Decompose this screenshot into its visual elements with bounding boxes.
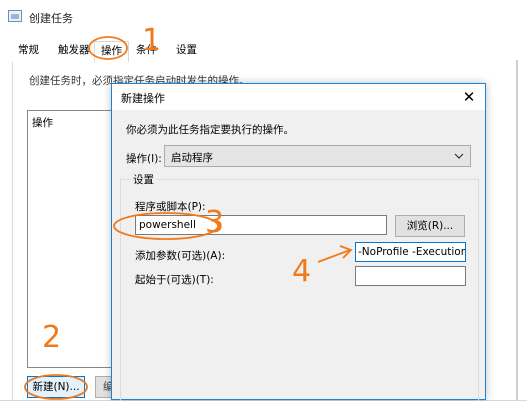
action-select-value: 启动程序 (171, 152, 213, 164)
window-scroll-edge (516, 60, 518, 400)
window-title: 创建任务 (29, 12, 73, 25)
arguments-input[interactable]: -NoProfile -ExecutionP (355, 242, 466, 262)
window-titlebar: 创建任务 (0, 0, 527, 34)
tab-triggers[interactable]: 触发器 (52, 41, 96, 62)
start-in-label: 起始于(可选)(T): (135, 274, 214, 286)
dialog-titlebar: 新建操作 ✕ (112, 84, 485, 110)
new-action-button[interactable]: 新建(N)... (27, 376, 85, 398)
tab-settings[interactable]: 设置 (170, 41, 203, 62)
arguments-label: 添加参数(可选)(A): (135, 250, 226, 262)
dialog-title: 新建操作 (121, 92, 165, 105)
start-in-input[interactable] (355, 266, 466, 286)
chevron-down-icon (453, 149, 465, 166)
settings-legend: 设置 (130, 172, 157, 187)
actions-list-header: 操作 (32, 117, 53, 129)
tab-general[interactable]: 常规 (12, 41, 45, 62)
action-label: 操作(I): (126, 153, 162, 165)
task-window-icon (8, 10, 22, 22)
tab-bar: 常规 触发器 操作 条件 设置 (12, 41, 512, 63)
tab-conditions[interactable]: 条件 (130, 41, 163, 62)
browse-button[interactable]: 浏览(R)... (395, 215, 465, 237)
dialog-instruction: 你必须为此任务指定要执行的操作。 (126, 124, 294, 136)
actions-list[interactable]: 操作 (27, 110, 117, 368)
tab-actions[interactable]: 操作 (94, 41, 129, 63)
action-select[interactable]: 启动程序 (164, 145, 471, 167)
close-icon[interactable]: ✕ (459, 87, 479, 107)
program-label: 程序或脚本(P): (135, 201, 206, 213)
new-action-dialog: 新建操作 ✕ 你必须为此任务指定要执行的操作。 操作(I): 启动程序 设置 程… (111, 83, 486, 401)
program-input[interactable]: powershell (135, 215, 387, 235)
